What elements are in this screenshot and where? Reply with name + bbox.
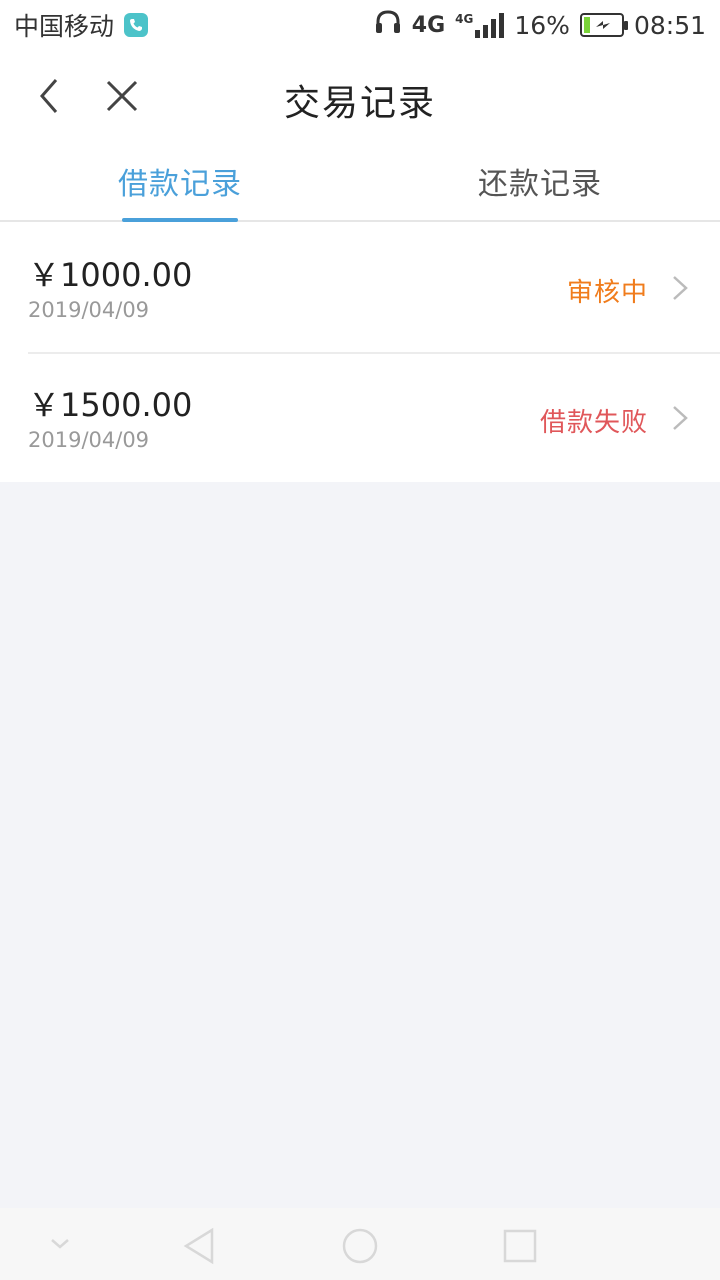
record-tabs: 借款记录 还款记录 — [0, 142, 720, 222]
list-item[interactable]: ￥1500.00 2019/04/09 借款失败 — [0, 352, 720, 482]
records-list: ￥1000.00 2019/04/09 审核中 ￥1500.00 2019/04… — [0, 222, 720, 482]
headphones-icon — [374, 9, 402, 41]
nav-home-icon[interactable] — [340, 1226, 380, 1270]
record-amount: ￥1000.00 — [28, 256, 193, 294]
network-type-secondary: 4G — [455, 12, 474, 26]
status-badge: 借款失败 — [539, 408, 648, 438]
status-bar: 中国移动 4G 4G 16% 08:51 — [0, 0, 720, 50]
clock: 08:51 — [633, 10, 706, 40]
tab-label: 借款记录 — [118, 167, 242, 202]
network-type-primary: 4G — [411, 12, 446, 38]
battery-percent: 16% — [514, 10, 570, 40]
chevron-right-icon — [670, 404, 690, 432]
record-date: 2019/04/09 — [28, 298, 150, 322]
status-badge: 审核中 — [566, 278, 648, 308]
nav-bar — [0, 1208, 720, 1280]
phone-app-icon — [124, 13, 149, 37]
collapse-down-icon[interactable] — [46, 1234, 74, 1258]
battery-charging-icon — [579, 13, 628, 37]
record-date: 2019/04/09 — [28, 428, 150, 452]
record-amount: ￥1500.00 — [28, 386, 193, 424]
tab-repay-records[interactable]: 还款记录 — [360, 142, 720, 220]
screen: 中国移动 4G 4G 16% 08:51 交易记录 借款记录 还款记录 ￥100… — [0, 0, 720, 1280]
chevron-right-icon — [670, 274, 690, 302]
title-bar: 交易记录 — [0, 50, 720, 142]
carrier-name: 中国移动 — [14, 12, 115, 41]
tab-label: 还款记录 — [478, 167, 602, 202]
signal-icon: 4G — [455, 12, 505, 38]
list-item[interactable]: ￥1000.00 2019/04/09 审核中 — [0, 222, 720, 352]
nav-recents-icon[interactable] — [500, 1226, 540, 1270]
status-right: 4G 4G 16% 08:51 — [374, 9, 706, 41]
page-title: 交易记录 — [283, 83, 436, 124]
nav-back-icon[interactable] — [180, 1226, 220, 1270]
status-left: 中国移动 — [14, 7, 149, 43]
tab-borrow-records[interactable]: 借款记录 — [0, 142, 360, 220]
